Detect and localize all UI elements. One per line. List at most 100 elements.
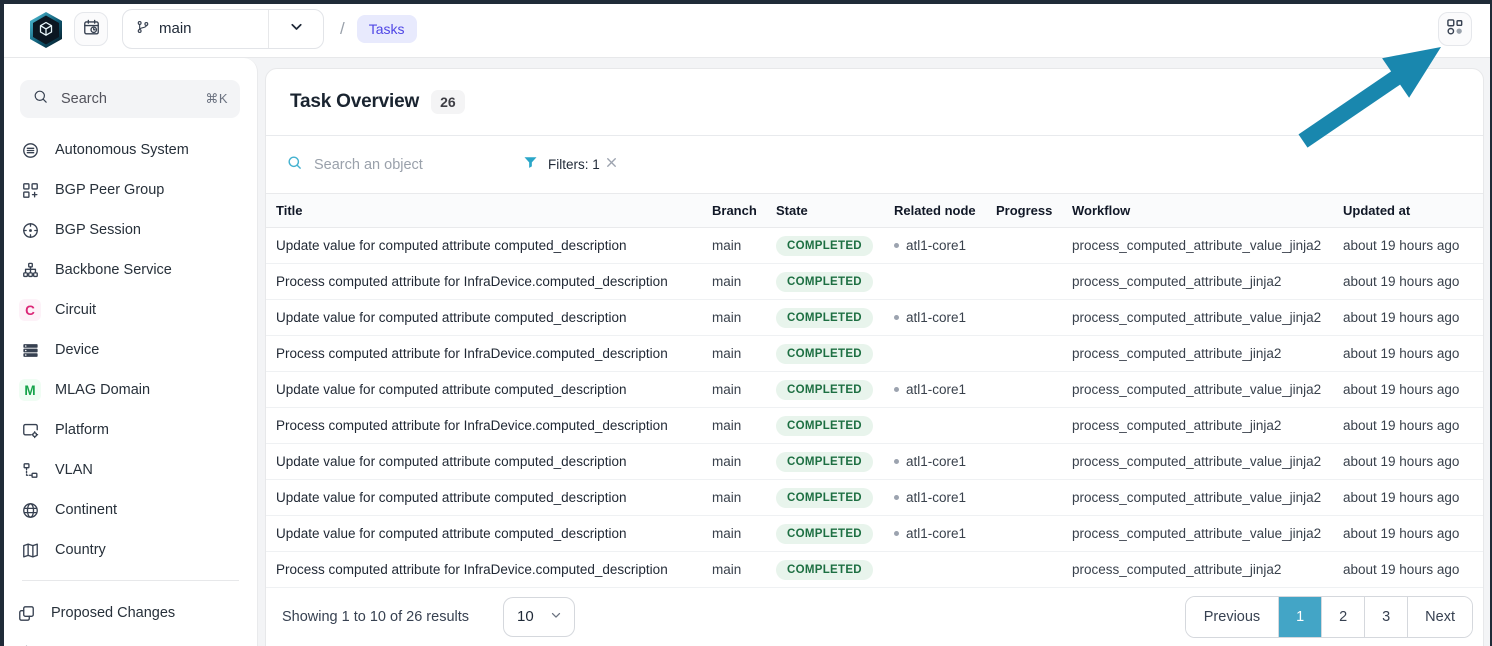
- cell-updated-at: about 19 hours ago: [1343, 526, 1483, 541]
- table-row[interactable]: Update value for computed attribute comp…: [266, 372, 1483, 408]
- node-dot-icon: [894, 531, 899, 536]
- column-header-workflow: Workflow: [1072, 203, 1343, 218]
- chevron-down-icon: [288, 18, 305, 40]
- related-node-name: atl1-core1: [906, 310, 966, 325]
- sidebar: ⌘K Autonomous System BGP Peer Group BGP …: [4, 58, 258, 646]
- sidebar-item-vlan[interactable]: VLAN: [4, 450, 257, 490]
- cell-branch: main: [712, 526, 776, 541]
- country-icon: [18, 541, 42, 560]
- table-row[interactable]: Update value for computed attribute comp…: [266, 444, 1483, 480]
- task-table-body: Update value for computed attribute comp…: [266, 228, 1483, 588]
- cell-updated-at: about 19 hours ago: [1343, 238, 1483, 253]
- breadcrumb-separator: /: [340, 19, 345, 39]
- page-1-button[interactable]: 1: [1278, 597, 1321, 637]
- proposed-changes-icon: [14, 604, 38, 623]
- cell-branch: main: [712, 490, 776, 505]
- branch-selector-value: main: [159, 20, 192, 37]
- sidebar-item-proposed-changes[interactable]: Proposed Changes: [4, 593, 257, 633]
- funnel-icon: [522, 154, 539, 176]
- branch-selector[interactable]: main: [122, 9, 324, 49]
- cell-updated-at: about 19 hours ago: [1343, 382, 1483, 397]
- sidebar-item-label: Circuit: [55, 302, 96, 318]
- sidebar-item-circuit[interactable]: C Circuit: [4, 290, 257, 330]
- sidebar-item-label: MLAG Domain: [55, 382, 150, 398]
- sidebar-item-autonomous-system[interactable]: Autonomous System: [4, 130, 257, 170]
- node-dot-icon: [894, 495, 899, 500]
- node-dot-icon: [894, 243, 899, 248]
- cell-workflow: process_computed_attribute_value_jinja2: [1072, 382, 1343, 397]
- schema-visualizer-button[interactable]: [1438, 12, 1472, 46]
- cell-updated-at: about 19 hours ago: [1343, 418, 1483, 433]
- clear-filters-button[interactable]: [604, 155, 619, 175]
- sidebar-item-bgp-peer-group[interactable]: BGP Peer Group: [4, 170, 257, 210]
- table-row[interactable]: Update value for computed attribute comp…: [266, 480, 1483, 516]
- cell-branch: main: [712, 310, 776, 325]
- sidebar-divider: [22, 580, 239, 581]
- column-header-branch: Branch: [712, 203, 776, 218]
- page-2-button[interactable]: 2: [1321, 597, 1364, 637]
- cell-updated-at: about 19 hours ago: [1343, 490, 1483, 505]
- column-header-state: State: [776, 203, 894, 218]
- sidebar-item-mlag-domain[interactable]: M MLAG Domain: [4, 370, 257, 410]
- cell-branch: main: [712, 274, 776, 289]
- table-row[interactable]: Update value for computed attribute comp…: [266, 228, 1483, 264]
- search-shortcut: ⌘K: [205, 91, 228, 107]
- filters-button[interactable]: Filters: 1: [522, 154, 600, 176]
- sidebar-search[interactable]: ⌘K: [20, 80, 240, 118]
- infrahub-logo-icon[interactable]: [28, 11, 64, 49]
- backbone-service-icon: [18, 261, 42, 280]
- cell-title: Process computed attribute for InfraDevi…: [276, 418, 712, 433]
- sidebar-item-country[interactable]: Country: [4, 530, 257, 570]
- cell-related-node: atl1-core1: [894, 238, 996, 253]
- card-header: Task Overview 26: [266, 69, 1483, 136]
- object-search-input[interactable]: [312, 156, 486, 174]
- cell-updated-at: about 19 hours ago: [1343, 310, 1483, 325]
- cell-branch: main: [712, 562, 776, 577]
- table-row[interactable]: Update value for computed attribute comp…: [266, 516, 1483, 552]
- cell-title: Update value for computed attribute comp…: [276, 238, 712, 253]
- cell-title: Process computed attribute for InfraDevi…: [276, 562, 712, 577]
- table-row[interactable]: Process computed attribute for InfraDevi…: [266, 408, 1483, 444]
- table-row[interactable]: Process computed attribute for InfraDevi…: [266, 552, 1483, 588]
- platform-icon: [18, 421, 42, 440]
- chevron-down-icon: [549, 608, 563, 626]
- vlan-icon: [18, 461, 42, 480]
- cell-related-node: atl1-core1: [894, 490, 996, 505]
- page-3-button[interactable]: 3: [1364, 597, 1407, 637]
- sidebar-item-platform[interactable]: Platform: [4, 410, 257, 450]
- cell-workflow: process_computed_attribute_value_jinja2: [1072, 526, 1343, 541]
- page-title: Task Overview: [290, 91, 419, 113]
- cell-state: COMPLETED: [776, 524, 894, 544]
- sidebar-search-input[interactable]: [59, 90, 195, 108]
- sidebar-item-label: BGP Session: [55, 222, 141, 238]
- table-row[interactable]: Process computed attribute for InfraDevi…: [266, 336, 1483, 372]
- device-icon: [18, 341, 42, 360]
- sidebar-item-object-management[interactable]: Object Management: [4, 633, 257, 646]
- sidebar-item-label: Country: [55, 542, 106, 558]
- sidebar-item-backbone-service[interactable]: Backbone Service: [4, 250, 257, 290]
- object-search[interactable]: [286, 154, 500, 176]
- breadcrumb-tasks[interactable]: Tasks: [357, 15, 417, 43]
- sidebar-item-device[interactable]: Device: [4, 330, 257, 370]
- status-badge: COMPLETED: [776, 236, 873, 256]
- table-row[interactable]: Update value for computed attribute comp…: [266, 300, 1483, 336]
- table-row[interactable]: Process computed attribute for InfraDevi…: [266, 264, 1483, 300]
- sidebar-item-bgp-session[interactable]: BGP Session: [4, 210, 257, 250]
- cell-state: COMPLETED: [776, 308, 894, 328]
- cell-title: Update value for computed attribute comp…: [276, 382, 712, 397]
- sidebar-item-continent[interactable]: Continent: [4, 490, 257, 530]
- cell-branch: main: [712, 454, 776, 469]
- status-badge: COMPLETED: [776, 272, 873, 292]
- previous-page-button[interactable]: Previous: [1186, 597, 1278, 637]
- status-badge: COMPLETED: [776, 380, 873, 400]
- cell-state: COMPLETED: [776, 452, 894, 472]
- git-branch-icon: [135, 19, 151, 39]
- page-size-select[interactable]: 10: [503, 597, 575, 637]
- cell-title: Update value for computed attribute comp…: [276, 490, 712, 505]
- related-node-name: atl1-core1: [906, 382, 966, 397]
- time-travel-button[interactable]: [74, 12, 108, 46]
- sidebar-item-label: Platform: [55, 422, 109, 438]
- cell-related-node: atl1-core1: [894, 454, 996, 469]
- next-page-button[interactable]: Next: [1407, 597, 1472, 637]
- circuit-letter-icon: C: [19, 299, 41, 321]
